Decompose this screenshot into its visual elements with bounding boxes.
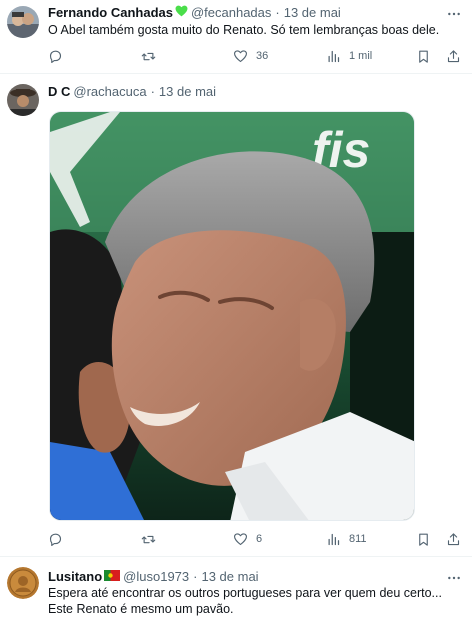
views-chart-icon bbox=[328, 533, 340, 545]
views-count: 811 bbox=[349, 533, 367, 545]
tweet-media-image[interactable]: fis bbox=[49, 111, 415, 521]
more-options-icon[interactable] bbox=[446, 6, 462, 22]
tweet-header: D C @rachacuca · 13 de mai bbox=[48, 84, 216, 100]
reply-button[interactable] bbox=[48, 47, 71, 65]
separator-dot: · bbox=[193, 569, 198, 584]
like-count: 36 bbox=[256, 50, 269, 62]
heart-icon bbox=[234, 532, 247, 545]
more-options-icon[interactable] bbox=[446, 570, 462, 586]
bookmark-icon bbox=[419, 533, 428, 546]
photo: fis bbox=[50, 112, 414, 520]
retweet-button[interactable] bbox=[141, 530, 164, 548]
display-name[interactable]: Fernando Canhadas bbox=[48, 5, 173, 21]
coin-avatar-image bbox=[7, 567, 39, 599]
views-count: 1 mil bbox=[349, 50, 373, 62]
avatar-image bbox=[7, 6, 39, 38]
action-bar: 36 1 mil bbox=[48, 47, 460, 65]
portugal-flag-icon bbox=[104, 569, 121, 585]
timestamp[interactable]: 13 de mai bbox=[201, 569, 258, 585]
tweet-1[interactable]: Fernando Canhadas @fecanhadas · 13 de ma… bbox=[0, 0, 472, 73]
timestamp[interactable]: 13 de mai bbox=[159, 84, 216, 100]
tweet-text-line: Este Renato é mesmo um pavão. bbox=[48, 602, 234, 616]
share-button[interactable] bbox=[446, 530, 461, 548]
tweet-header: Lusitano @luso1973 · 13 de mai bbox=[48, 569, 259, 585]
views-button[interactable]: 811 bbox=[326, 530, 367, 548]
handle[interactable]: @fecanhadas bbox=[191, 5, 271, 21]
separator-dot: · bbox=[150, 84, 155, 99]
like-count: 6 bbox=[256, 533, 263, 545]
heart-icon bbox=[234, 49, 247, 62]
bookmark-icon bbox=[419, 50, 428, 63]
display-name[interactable]: D C bbox=[48, 84, 70, 100]
views-button[interactable]: 1 mil bbox=[326, 47, 372, 65]
avatar[interactable] bbox=[7, 6, 39, 38]
share-icon bbox=[447, 49, 460, 62]
separator-dot: · bbox=[275, 5, 280, 20]
handle[interactable]: @rachacuca bbox=[73, 84, 146, 100]
tweet-text: O Abel também gosta muito do Renato. Só … bbox=[48, 23, 440, 37]
views-chart-icon bbox=[328, 50, 340, 62]
tweet-text: Espera até encontrar os outros portugues… bbox=[48, 585, 458, 617]
retweet-icon bbox=[141, 52, 156, 60]
avatar[interactable] bbox=[7, 567, 39, 599]
like-button[interactable]: 36 bbox=[233, 47, 268, 65]
share-button[interactable] bbox=[446, 47, 461, 65]
timestamp[interactable]: 13 de mai bbox=[284, 5, 341, 21]
avatar[interactable] bbox=[7, 84, 39, 116]
avatar-image bbox=[7, 84, 39, 116]
reply-icon bbox=[49, 50, 62, 63]
display-name[interactable]: Lusitano bbox=[48, 569, 102, 585]
share-icon bbox=[447, 532, 460, 545]
tweet-3[interactable]: Lusitano @luso1973 · 13 de mai Espera at… bbox=[0, 557, 472, 618]
bookmark-button[interactable] bbox=[416, 47, 431, 65]
retweet-button[interactable] bbox=[141, 47, 164, 65]
handle[interactable]: @luso1973 bbox=[123, 569, 189, 585]
action-bar: 6 811 bbox=[48, 530, 460, 548]
like-button[interactable]: 6 bbox=[233, 530, 262, 548]
retweet-icon bbox=[141, 535, 156, 543]
bookmark-button[interactable] bbox=[416, 530, 431, 548]
tweet-header: Fernando Canhadas @fecanhadas · 13 de ma… bbox=[48, 5, 341, 21]
green-heart-icon bbox=[175, 5, 188, 21]
reply-button[interactable] bbox=[48, 530, 71, 548]
reply-icon bbox=[49, 533, 62, 546]
tweet-text-line: Espera até encontrar os outros portugues… bbox=[48, 586, 442, 600]
